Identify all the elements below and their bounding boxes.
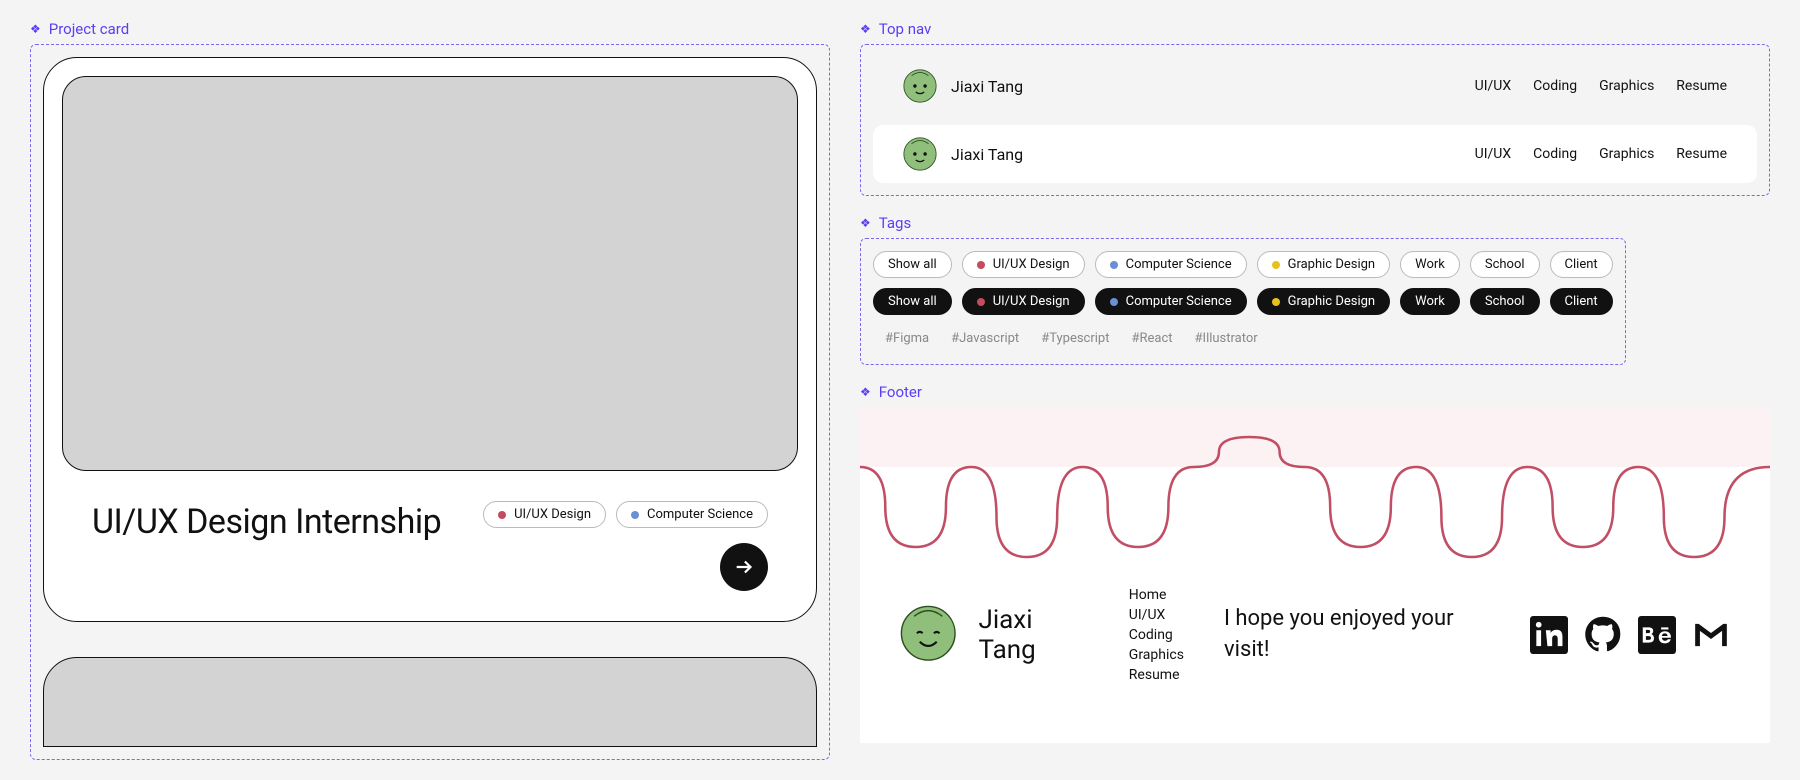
section-label-project-card: Project card: [30, 20, 830, 38]
filter-tag[interactable]: Computer Science: [1095, 251, 1247, 278]
avatar: [900, 605, 956, 665]
footer-link-graphics[interactable]: Graphics: [1129, 647, 1184, 663]
filter-tag[interactable]: UI/UX Design: [962, 251, 1085, 278]
section-label-top-nav: Top nav: [860, 20, 1770, 38]
hash-tag[interactable]: #Typescript: [1041, 331, 1109, 346]
project-tag: Computer Science: [616, 501, 768, 528]
footer-link-resume[interactable]: Resume: [1129, 667, 1184, 683]
project-title: UI/UX Design Internship: [92, 501, 441, 544]
filter-tag[interactable]: School: [1470, 251, 1540, 278]
nav-link-ui/ux[interactable]: UI/UX: [1475, 146, 1512, 162]
filter-tag[interactable]: Show all: [873, 251, 952, 278]
filter-tag[interactable]: Work: [1400, 288, 1460, 315]
nav-link-coding[interactable]: Coding: [1533, 146, 1577, 162]
filter-tag[interactable]: Graphic Design: [1257, 288, 1391, 315]
footer-name: Jiaxi Tang: [978, 605, 1088, 665]
project-card[interactable]: UI/UX Design Internship UI/UX Design Comp…: [43, 57, 817, 622]
filter-tag[interactable]: UI/UX Design: [962, 288, 1085, 315]
project-card-placeholder: [43, 657, 817, 747]
nav-link-coding[interactable]: Coding: [1533, 78, 1577, 94]
hash-tag[interactable]: #Illustrator: [1195, 331, 1258, 346]
top-nav-transparent: Jiaxi Tang UI/UX Coding Graphics Resume: [873, 57, 1757, 115]
nav-link-graphics[interactable]: Graphics: [1599, 78, 1654, 94]
gmail-icon[interactable]: [1692, 616, 1730, 654]
project-thumbnail: [62, 76, 798, 471]
section-label-tags: Tags: [860, 214, 1770, 232]
nav-link-resume[interactable]: Resume: [1676, 78, 1727, 94]
top-nav-white: Jiaxi Tang UI/UX Coding Graphics Resume: [873, 125, 1757, 183]
section-label-footer: Footer: [860, 383, 1770, 401]
avatar[interactable]: [903, 137, 937, 171]
filter-tag[interactable]: Computer Science: [1095, 288, 1247, 315]
filter-tag[interactable]: School: [1470, 288, 1540, 315]
brand-name[interactable]: Jiaxi Tang: [951, 77, 1023, 96]
filter-tag[interactable]: Client: [1550, 288, 1613, 315]
project-card-section: UI/UX Design Internship UI/UX Design Comp…: [30, 44, 830, 760]
filter-tag[interactable]: Graphic Design: [1257, 251, 1391, 278]
hash-tag[interactable]: #Javascript: [951, 331, 1019, 346]
project-tag: UI/UX Design: [483, 501, 606, 528]
hash-tag[interactable]: #React: [1131, 331, 1172, 346]
behance-icon[interactable]: [1638, 616, 1676, 654]
footer: Jiaxi Tang Home UI/UX Coding Graphics Resume…: [860, 407, 1770, 743]
tags-section: Show all UI/UX Design Computer Science Grap…: [860, 238, 1626, 365]
hash-tag[interactable]: #Figma: [885, 331, 929, 346]
footer-link-coding[interactable]: Coding: [1129, 627, 1184, 643]
avatar[interactable]: [903, 69, 937, 103]
drip-decoration: [860, 407, 1770, 587]
footer-link-home[interactable]: Home: [1129, 587, 1184, 603]
footer-brand[interactable]: Jiaxi Tang: [900, 605, 1089, 665]
top-nav-section: Jiaxi Tang UI/UX Coding Graphics Resume Jia…: [860, 44, 1770, 196]
project-open-arrow-button[interactable]: [720, 543, 768, 591]
github-icon[interactable]: [1584, 616, 1622, 654]
footer-link-ui/ux[interactable]: UI/UX: [1129, 607, 1184, 623]
nav-link-ui/ux[interactable]: UI/UX: [1475, 78, 1512, 94]
filter-tag[interactable]: Work: [1400, 251, 1460, 278]
nav-link-graphics[interactable]: Graphics: [1599, 146, 1654, 162]
linkedin-icon[interactable]: [1530, 616, 1568, 654]
footer-message: I hope you enjoyed your visit!: [1224, 604, 1490, 666]
nav-link-resume[interactable]: Resume: [1676, 146, 1727, 162]
arrow-right-icon: [733, 556, 755, 578]
filter-tag[interactable]: Show all: [873, 288, 952, 315]
brand-name[interactable]: Jiaxi Tang: [951, 145, 1023, 164]
filter-tag[interactable]: Client: [1550, 251, 1613, 278]
